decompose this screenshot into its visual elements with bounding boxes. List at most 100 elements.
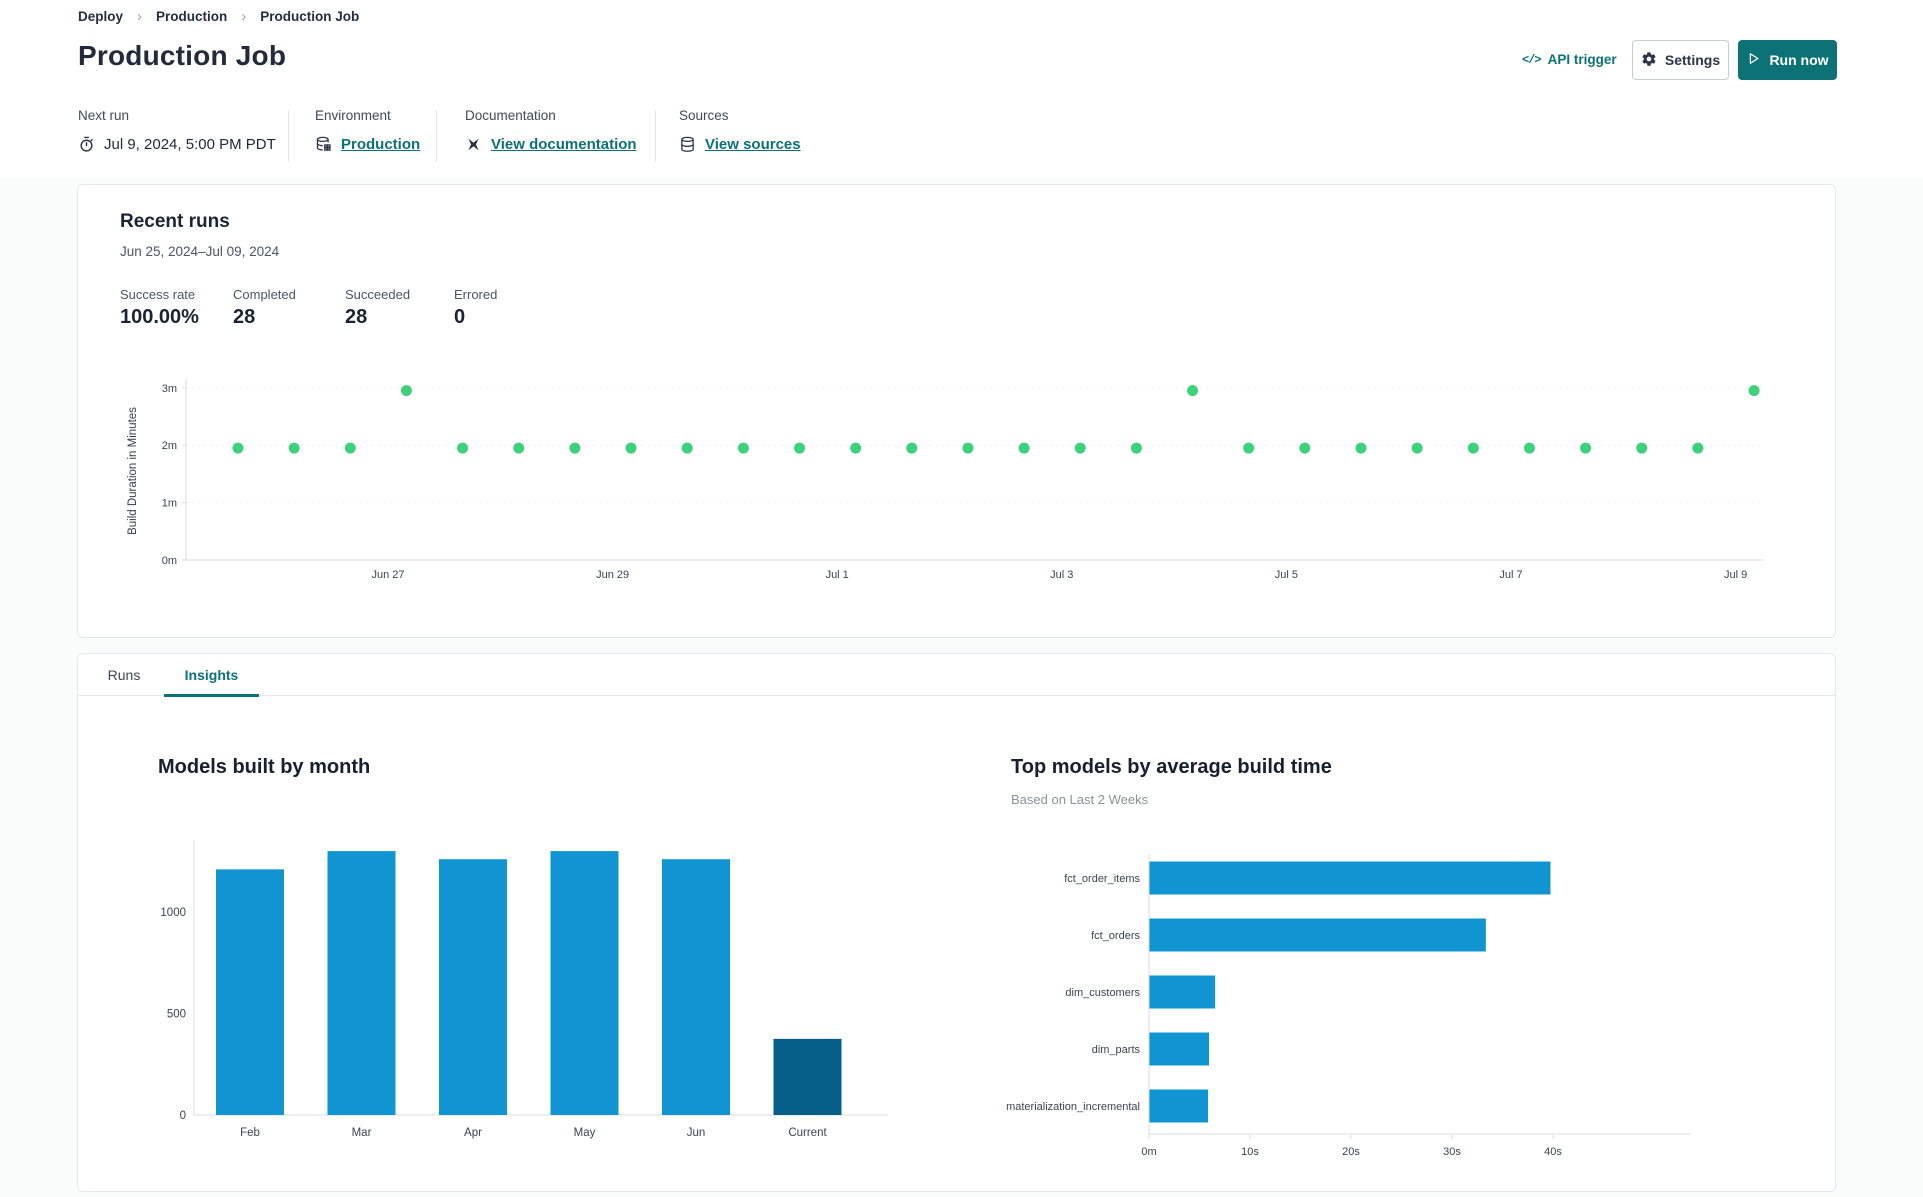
info-value-environment[interactable]: Production [341, 136, 420, 153]
run-duration-point[interactable] [400, 385, 412, 397]
run-now-button-label: Run now [1769, 52, 1829, 68]
production-job-page: Deploy › Production › Production Job Product… [0, 0, 1923, 1197]
months-xtick: May [574, 1127, 596, 1139]
scatter-xtick: Jul 1 [826, 569, 849, 581]
models-built-chart-title: Models built by month [158, 756, 371, 778]
run-duration-point[interactable] [1130, 442, 1142, 454]
months-xtick: Current [788, 1127, 827, 1139]
info-label-next-run: Next run [78, 108, 130, 123]
top-models-xtick: 40s [1544, 1146, 1562, 1158]
settings-button[interactable]: Settings [1632, 40, 1729, 80]
stat-label: Succeeded [345, 287, 411, 302]
breadcrumb-item-production[interactable]: Production [156, 9, 227, 24]
info-divider [655, 110, 656, 162]
stat-completed: Completed 28 [233, 287, 296, 329]
scatter-ytick: 2m [162, 440, 177, 452]
run-duration-point[interactable] [1580, 442, 1592, 454]
run-now-button[interactable]: Run now [1738, 40, 1837, 80]
info-divider [288, 110, 289, 162]
info-label-sources: Sources [679, 108, 729, 123]
run-duration-point[interactable] [1636, 442, 1648, 454]
recent-runs-date-range: Jun 25, 2024–Jul 09, 2024 [120, 244, 280, 259]
scatter-xtick: Jul 7 [1499, 569, 1522, 581]
run-duration-point[interactable] [1523, 442, 1535, 454]
info-value-sources[interactable]: View sources [705, 136, 801, 153]
info-value-next-run: Jul 9, 2024, 5:00 PM PDT [104, 136, 276, 153]
top-models-category-label: fct_orders [1091, 930, 1140, 942]
run-duration-point[interactable] [232, 442, 244, 454]
run-duration-point[interactable] [1299, 442, 1311, 454]
breadcrumb-item-deploy[interactable]: Deploy [78, 9, 123, 24]
months-xtick: Jun [687, 1127, 706, 1139]
month-bar-feb[interactable] [216, 869, 284, 1115]
code-icon: </> [1522, 52, 1542, 67]
run-duration-point[interactable] [344, 442, 356, 454]
build-time-bar-dim-parts[interactable] [1149, 1032, 1210, 1066]
page-title: Production Job [78, 40, 287, 71]
scatter-ytick: 1m [162, 498, 177, 510]
months-xtick: Feb [240, 1127, 260, 1139]
run-duration-point[interactable] [1018, 442, 1030, 454]
api-trigger-label: API trigger [1547, 52, 1617, 67]
build-time-bar-fct-orders[interactable] [1149, 918, 1486, 952]
tab-runs[interactable]: Runs [94, 654, 154, 696]
top-models-category-label: dim_parts [1092, 1044, 1141, 1056]
run-duration-point[interactable] [906, 442, 918, 454]
chevron-right-icon: › [137, 8, 143, 25]
top-models-xtick: 10s [1241, 1146, 1259, 1158]
scatter-xtick: Jul 3 [1050, 569, 1073, 581]
scatter-xtick: Jul 5 [1275, 569, 1298, 581]
run-duration-point[interactable] [962, 442, 974, 454]
run-duration-point[interactable] [569, 442, 581, 454]
run-duration-point[interactable] [1411, 442, 1423, 454]
run-duration-point[interactable] [457, 442, 469, 454]
top-models-axes [1148, 854, 1691, 1135]
run-duration-point[interactable] [850, 442, 862, 454]
api-trigger-link[interactable]: </> API trigger [1522, 52, 1617, 67]
info-label-documentation: Documentation [465, 108, 556, 123]
clock-icon [78, 136, 95, 153]
info-col-next-run: Next run Jul 9, 2024, 5:00 PM PDT [78, 108, 276, 153]
months-ytick: 1000 [160, 907, 186, 919]
build-time-bar-materialization-incremental[interactable] [1149, 1089, 1209, 1123]
month-bar-apr[interactable] [439, 859, 507, 1115]
run-duration-point[interactable] [625, 442, 637, 454]
settings-button-label: Settings [1664, 52, 1721, 68]
scatter-xtick: Jul 9 [1724, 569, 1747, 581]
run-duration-point[interactable] [737, 442, 749, 454]
stat-value: 28 [345, 306, 368, 328]
build-time-bar-fct-order-items[interactable] [1149, 861, 1551, 895]
top-models-category-label: dim_customers [1065, 987, 1140, 999]
run-duration-point[interactable] [681, 442, 693, 454]
stat-label: Completed [233, 287, 296, 302]
run-duration-point[interactable] [1243, 442, 1255, 454]
run-duration-point[interactable] [794, 442, 805, 454]
top-models-chart-subtitle: Based on Last 2 Weeks [1011, 792, 1149, 807]
run-duration-point[interactable] [1074, 442, 1086, 454]
stat-value: 28 [233, 306, 256, 328]
top-models-category-label: materialization_incremental [1006, 1101, 1140, 1113]
month-bar-current[interactable] [773, 1038, 842, 1115]
stat-label: Success rate [120, 287, 196, 302]
breadcrumb-item-production-job[interactable]: Production Job [260, 9, 359, 24]
info-label-environment: Environment [315, 108, 391, 123]
build-duration-chart: Build Duration in Minutes 0m 1m 2m 3m Jun 27 J… [127, 379, 1764, 581]
info-value-documentation[interactable]: View documentation [491, 136, 637, 153]
month-bar-jun[interactable] [662, 859, 730, 1115]
run-duration-point[interactable] [513, 442, 525, 454]
run-duration-point[interactable] [1467, 442, 1479, 454]
breadcrumb: Deploy › Production › Production Job [78, 8, 359, 25]
build-time-bar-dim-customers[interactable] [1149, 975, 1216, 1009]
month-bar-mar[interactable] [327, 851, 396, 1115]
run-duration-point[interactable] [1748, 385, 1760, 397]
run-duration-point[interactable] [1187, 385, 1199, 397]
run-duration-point[interactable] [288, 442, 300, 454]
tab-insights[interactable]: Insights [164, 654, 259, 697]
month-bar-may[interactable] [550, 851, 619, 1115]
stat-errored: Errored 0 [454, 287, 497, 329]
months-xtick: Mar [352, 1127, 372, 1139]
top-models-category-label: fct_order_items [1064, 873, 1140, 885]
insights-card: Runs Insights Models built by month 0 500 1… [77, 653, 1836, 1192]
run-duration-point[interactable] [1692, 442, 1704, 454]
run-duration-point[interactable] [1355, 442, 1367, 454]
